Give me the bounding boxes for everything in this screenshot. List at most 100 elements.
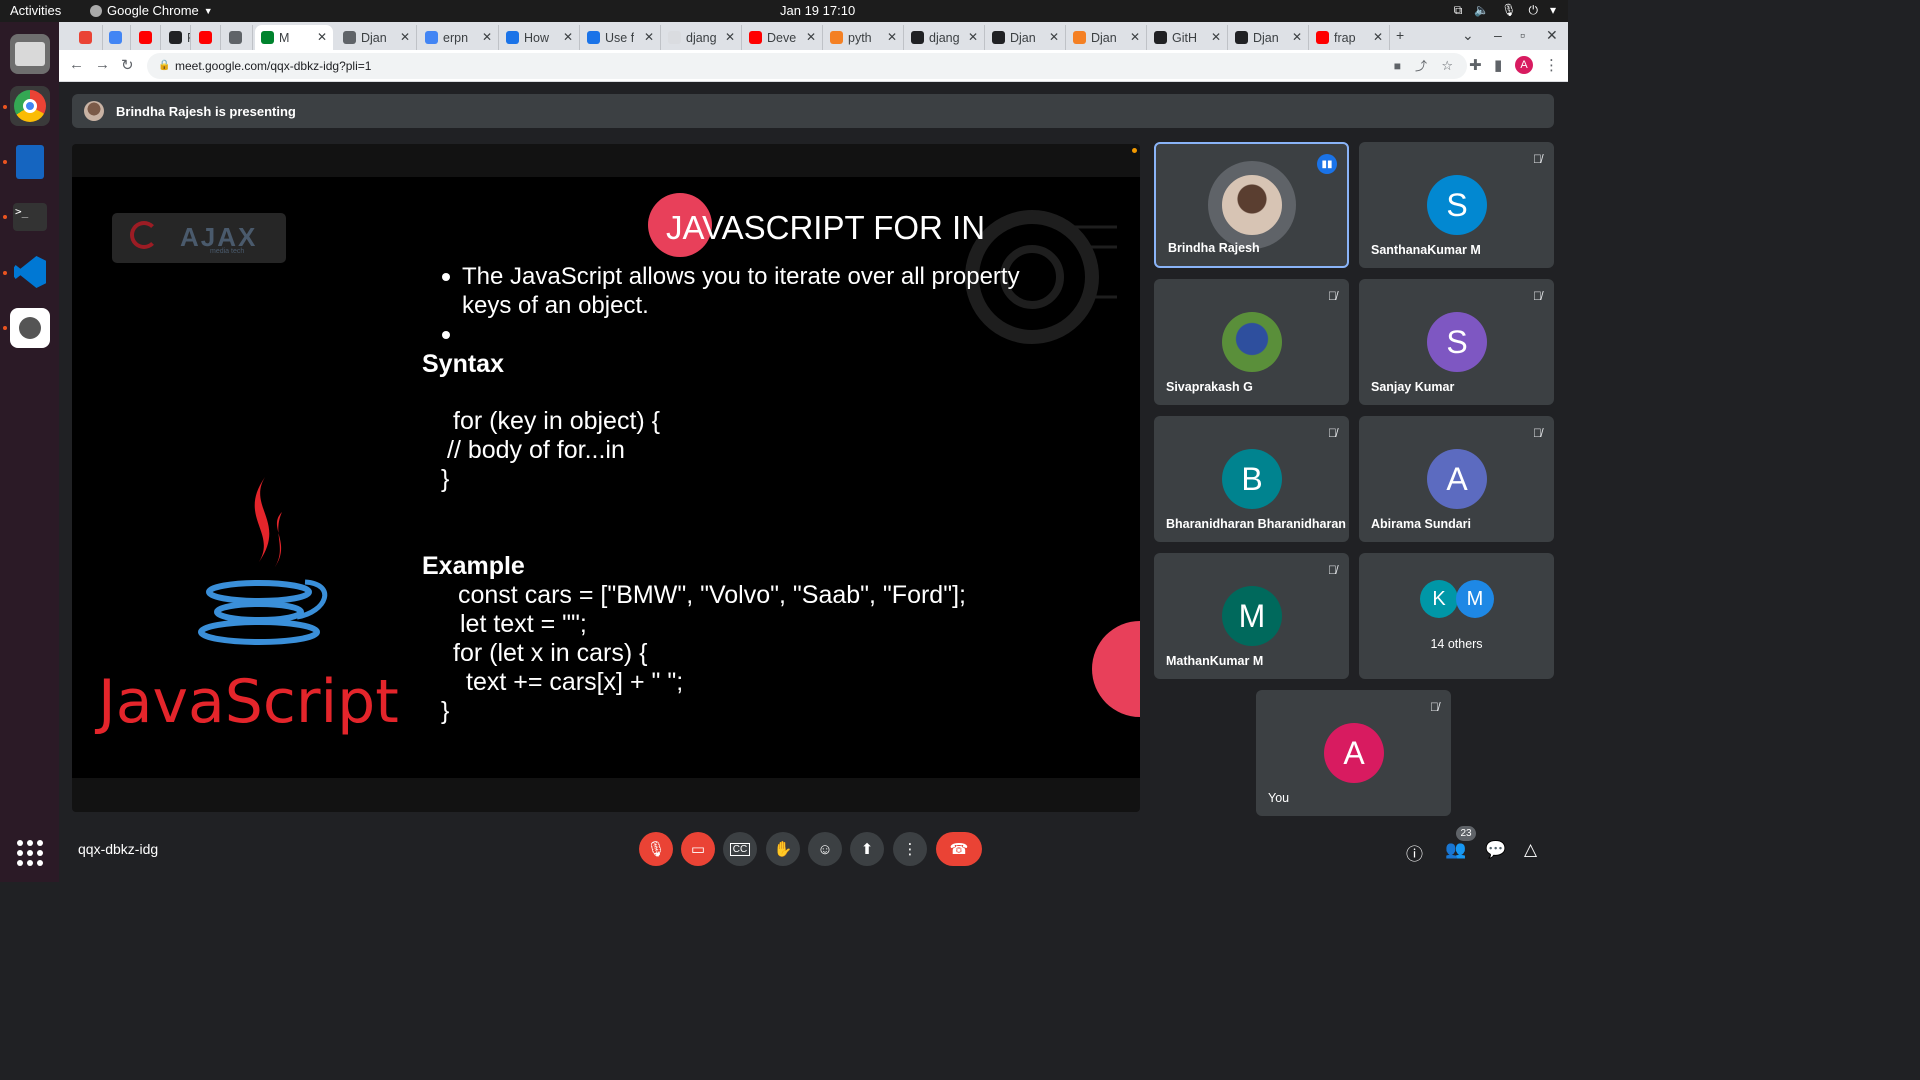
participant-tile[interactable]: Sivaprakash G 🎙̸	[1154, 279, 1349, 405]
participant-tile[interactable]: S Sanjay Kumar 🎙̸	[1359, 279, 1554, 405]
participant-tile[interactable]: S SanthanaKumar M 🎙̸	[1359, 142, 1554, 268]
clock[interactable]: Jan 19 17:10	[780, 3, 855, 18]
example-line: }	[441, 697, 450, 725]
favicon-icon	[199, 31, 212, 44]
menu-icon[interactable]: ⋮	[1544, 56, 1559, 74]
system-tray[interactable]: ⧉ 🔈 🎙 ⏻ ▾	[1454, 3, 1556, 18]
favicon-icon	[1154, 31, 1167, 44]
browser-tab[interactable]: GitH ✕	[1148, 25, 1228, 50]
others-tile[interactable]: K M 14 others	[1359, 553, 1554, 679]
emoji-icon: ☺	[817, 840, 833, 858]
browser-tab[interactable]: djang ✕	[662, 25, 742, 50]
postman-icon[interactable]	[10, 308, 50, 348]
share-icon[interactable]: ⤴	[1415, 53, 1427, 79]
camera-off-icon: ▭	[690, 841, 706, 858]
extensions-icon[interactable]: ✚	[1469, 56, 1482, 74]
reload-icon[interactable]: ↻	[121, 56, 134, 74]
browser-tab[interactable]: pyth ✕	[824, 25, 904, 50]
browser-tab[interactable]: M ✕	[255, 25, 333, 50]
tab-label: djang	[929, 30, 960, 45]
meeting-info-icon[interactable]: ⓘ	[1406, 840, 1423, 865]
address-bar[interactable]: 🔒 meet.google.com/qqx-dbkz-idg?pli=1 ■ ⤴…	[147, 53, 1467, 79]
chrome-app-icon[interactable]	[10, 86, 50, 126]
browser-tab[interactable]: Use f ✕	[581, 25, 661, 50]
text-editor-icon[interactable]	[10, 142, 50, 182]
browser-tab[interactable]: Djan ✕	[337, 25, 417, 50]
tab-search-icon[interactable]: ⌄	[1462, 27, 1474, 44]
participant-tile[interactable]: B Bharanidharan Bharanidharan 🎙̸	[1154, 416, 1349, 542]
mic-off-button[interactable]: 🎙	[639, 832, 673, 866]
browser-tab[interactable]: How ✕	[500, 25, 580, 50]
close-tab-icon[interactable]: ✕	[644, 30, 654, 44]
minimize-icon[interactable]: –	[1494, 27, 1502, 43]
new-tab-icon[interactable]: +	[1396, 27, 1404, 43]
close-tab-icon[interactable]: ✕	[1130, 30, 1140, 44]
captions-button[interactable]: CC	[723, 832, 757, 866]
maximize-icon[interactable]: ▫	[1520, 27, 1525, 43]
browser-tab[interactable]	[133, 25, 161, 50]
browser-tab[interactable]: Djan ✕	[1229, 25, 1309, 50]
browser-tab[interactable]: Djan ✕	[1067, 25, 1147, 50]
browser-tab[interactable]	[103, 25, 131, 50]
present-button[interactable]: ⬆	[850, 832, 884, 866]
terminal-icon[interactable]: >_	[10, 197, 50, 237]
side-panel-icon[interactable]: ▮	[1494, 56, 1502, 74]
activities-icon[interactable]: △	[1524, 840, 1537, 860]
forward-icon[interactable]: →	[95, 56, 110, 73]
browser-tab[interactable]	[223, 25, 253, 50]
captions-icon: CC	[729, 842, 751, 856]
speaking-indicator-icon: ▮▮	[1317, 154, 1337, 174]
close-tab-icon[interactable]: ✕	[563, 30, 573, 44]
participant-tile[interactable]: M MathanKumar M 🎙̸	[1154, 553, 1349, 679]
mic-muted-icon: 🎙̸	[1533, 426, 1542, 440]
browser-tab[interactable]	[193, 25, 221, 50]
camera-icon[interactable]: ■	[1394, 53, 1401, 79]
bookmark-star-icon[interactable]: ☆	[1441, 53, 1453, 79]
chat-icon[interactable]: 💬	[1485, 840, 1506, 860]
leave-call-button[interactable]: ☎	[936, 832, 982, 866]
more-options-button[interactable]: ⋮	[893, 832, 927, 866]
close-window-icon[interactable]: ✕	[1546, 27, 1558, 44]
syntax-line: }	[441, 465, 450, 493]
browser-tab[interactable]: djang ✕	[905, 25, 985, 50]
close-tab-icon[interactable]: ✕	[1049, 30, 1059, 44]
raise-hand-button[interactable]: ✋	[766, 832, 800, 866]
close-tab-icon[interactable]: ✕	[400, 30, 410, 44]
browser-tab[interactable]: Deve ✕	[743, 25, 823, 50]
tab-label: Djan	[1253, 30, 1279, 45]
participant-tile[interactable]: Brindha Rajesh ▮▮	[1154, 142, 1349, 268]
participant-tile[interactable]: A Abirama Sundari 🎙̸	[1359, 416, 1554, 542]
system-top-bar: Activities Google Chrome ▼ Jan 19 17:10 …	[0, 0, 1568, 22]
profile-avatar[interactable]: A	[1515, 56, 1533, 74]
self-tile[interactable]: A You 🎙̸	[1256, 690, 1451, 816]
app-menu[interactable]: Google Chrome ▼	[90, 3, 213, 18]
favicon-icon	[109, 31, 122, 44]
close-tab-icon[interactable]: ✕	[1373, 30, 1383, 44]
files-app-icon[interactable]	[10, 34, 50, 74]
back-icon[interactable]: ←	[69, 56, 84, 73]
browser-tab[interactable]: Djan ✕	[986, 25, 1066, 50]
emoji-button[interactable]: ☺	[808, 832, 842, 866]
close-tab-icon[interactable]: ✕	[968, 30, 978, 44]
browser-tab[interactable]: erpn ✕	[419, 25, 499, 50]
close-tab-icon[interactable]: ✕	[887, 30, 897, 44]
vscode-icon[interactable]	[10, 252, 50, 292]
favicon-icon	[1235, 31, 1248, 44]
browser-tab[interactable]	[73, 25, 103, 50]
close-tab-icon[interactable]: ✕	[1292, 30, 1302, 44]
close-tab-icon[interactable]: ✕	[317, 30, 327, 44]
close-tab-icon[interactable]: ✕	[1211, 30, 1221, 44]
camera-off-button[interactable]: ▭	[681, 832, 715, 866]
browser-tab[interactable]: F	[163, 25, 191, 50]
activities-button[interactable]: Activities	[10, 3, 61, 18]
close-tab-icon[interactable]: ✕	[482, 30, 492, 44]
people-icon[interactable]: 👥	[1445, 840, 1466, 860]
tab-label: Deve	[767, 30, 797, 45]
slide-title: JAVASCRIPT FOR IN	[666, 209, 986, 246]
close-tab-icon[interactable]: ✕	[725, 30, 735, 44]
close-tab-icon[interactable]: ✕	[806, 30, 816, 44]
syntax-heading: Syntax	[422, 350, 504, 378]
show-apps-icon[interactable]	[17, 840, 43, 866]
participant-name: MathanKumar M	[1166, 654, 1264, 668]
browser-tab[interactable]: frap ✕	[1310, 25, 1390, 50]
